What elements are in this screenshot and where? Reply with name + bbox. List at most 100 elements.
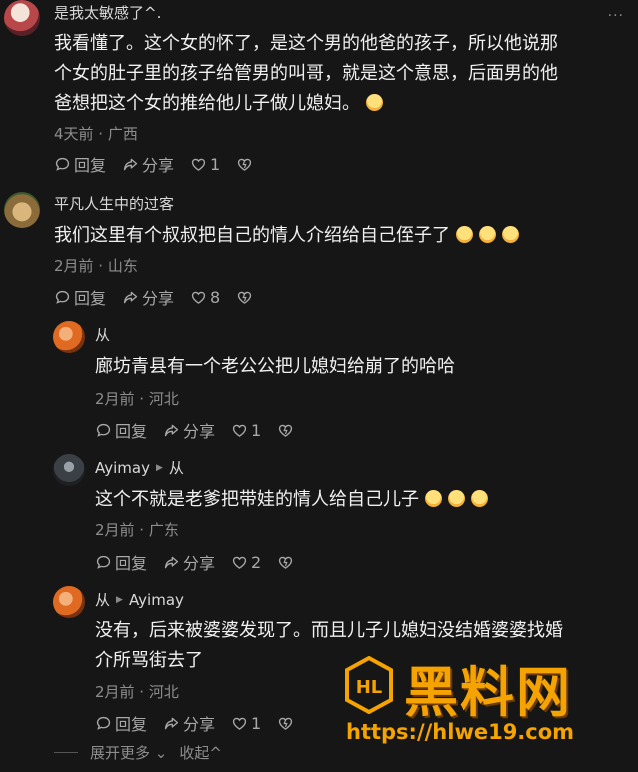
comment-actions: 回复 分享 1 [95,711,310,735]
comment-text: 廊坊青县有一个老公公把儿媳妇给崩了的哈哈 [95,356,455,377]
heart-icon [232,556,247,569]
comment-icon [55,157,70,171]
like-button[interactable]: 8 [190,288,220,307]
collapse-button[interactable]: 收起^ [179,742,222,763]
author-name[interactable]: 从 [95,589,110,610]
reply-button[interactable]: 回复 [54,285,106,309]
collapse-label: 收起 [179,744,210,762]
author-name[interactable]: 从 [95,324,110,345]
like-count: 8 [210,287,221,307]
dislike-button[interactable] [236,156,253,173]
comment-text-line: 个女的肚子里的孩子给管男的叫哥，就是这个意思，后面男的他 [54,63,558,84]
comment-author[interactable]: Ayimay ▶ 从 [95,457,184,478]
comment-author[interactable]: 从 ▶ Ayimay [95,589,184,610]
share-icon [164,424,179,436]
chevron-down-icon: ⌄ [150,744,168,762]
comment-text-line: 我看懂了。这个女的怀了，是这个男的他爸的孩子，所以他说那 [54,33,558,54]
reply-label: 回复 [115,715,148,734]
dislike-heart-icon [279,424,293,437]
dislike-heart-icon [279,556,293,569]
reply-button[interactable]: 回复 [95,418,147,442]
like-button[interactable]: 1 [231,421,261,440]
like-button[interactable]: 1 [231,714,261,733]
emoji-icon [502,226,519,243]
author-name[interactable]: Ayimay [95,459,150,477]
heart-icon [232,424,247,437]
heart-icon [232,717,247,730]
avatar[interactable] [53,321,85,353]
dislike-button[interactable] [236,289,253,306]
reply-button[interactable]: 回复 [95,550,147,574]
comment-text: 我们这里有个叔叔把自己的情人介绍给自己侄子了 [54,221,634,251]
watermark: HL 黑料网 https://hlwe19.com [340,648,638,760]
avatar[interactable] [4,0,40,36]
like-count: 1 [251,420,262,440]
share-button[interactable]: 分享 [122,285,174,309]
chevron-up-icon: ^ [209,744,222,762]
comment-icon [96,716,111,730]
share-button[interactable]: 分享 [163,550,215,574]
comment-text: 这个不就是老爹把带娃的情人给自己儿子 [95,485,635,515]
like-button[interactable]: 1 [190,155,220,174]
share-button[interactable]: 分享 [163,711,215,735]
emoji-icon [366,94,383,111]
comment-icon [55,290,70,304]
comment-author[interactable]: 是我太敏感了^. [54,2,161,23]
dislike-button[interactable] [277,554,294,571]
share-button[interactable]: 分享 [163,418,215,442]
reply-button[interactable]: 回复 [95,711,147,735]
share-label: 分享 [183,554,216,573]
replies-footer: 展开更多 ⌄ 收起^ [54,742,222,763]
comment-author[interactable]: 平凡人生中的过客 [54,193,174,214]
reply-to-name[interactable]: Ayimay [129,591,184,609]
like-count: 1 [210,154,221,174]
dislike-heart-icon [238,158,252,171]
avatar[interactable] [4,192,40,228]
comment-actions: 回复 分享 2 [95,550,310,574]
comment-meta: 2月前 · 河北 [95,683,179,701]
share-label: 分享 [142,156,175,175]
comment-icon [96,555,111,569]
share-label: 分享 [142,289,175,308]
comment-text: 我看懂了。这个女的怀了，是这个男的他爸的孩子，所以他说那 个女的肚子里的孩子给管… [54,29,634,119]
share-icon [123,158,138,170]
share-icon [164,556,179,568]
expand-more-button[interactable]: 展开更多 ⌄ [90,742,167,763]
comment-text-line: 我们这里有个叔叔把自己的情人介绍给自己侄子了 [54,225,450,246]
emoji-icon [456,226,473,243]
share-icon [164,717,179,729]
like-count: 1 [251,713,262,733]
reply-to-name[interactable]: 从 [169,457,184,478]
share-label: 分享 [183,715,216,734]
watermark-title: 黑料网 [404,661,572,724]
watermark-url: https://hlwe19.com [346,720,575,744]
reply-label: 回复 [74,156,107,175]
comment-actions: 回复 分享 1 [95,418,310,442]
dislike-button[interactable] [277,715,294,732]
comment-icon [96,423,111,437]
watermark-logo-text: HL [356,677,383,698]
comment-meta: 2月前 · 山东 [54,257,138,275]
more-dots-icon[interactable]: ··· [608,8,624,24]
emoji-icon [448,490,465,507]
share-button[interactable]: 分享 [122,152,174,176]
author-name[interactable]: 平凡人生中的过客 [54,193,174,214]
reply-label: 回复 [74,289,107,308]
comment-text-line: 爸想把这个女的推给他儿子做儿媳妇。 [54,93,360,114]
author-name[interactable]: 是我太敏感了^. [54,2,161,23]
reply-label: 回复 [115,554,148,573]
dislike-button[interactable] [277,422,294,439]
like-button[interactable]: 2 [231,553,261,572]
comment-meta: 2月前 · 广东 [95,521,179,539]
dislike-heart-icon [238,291,252,304]
comment-author[interactable]: 从 [95,324,110,345]
comment-actions: 回复 分享 1 [54,152,269,176]
reply-button[interactable]: 回复 [54,152,106,176]
emoji-icon [479,226,496,243]
avatar[interactable] [53,454,85,486]
reply-label: 回复 [115,422,148,441]
reply-arrow-icon: ▶ [155,462,163,473]
like-count: 2 [251,552,262,572]
avatar[interactable] [53,586,85,618]
comment-text-line: 这个不就是老爹把带娃的情人给自己儿子 [95,489,419,510]
